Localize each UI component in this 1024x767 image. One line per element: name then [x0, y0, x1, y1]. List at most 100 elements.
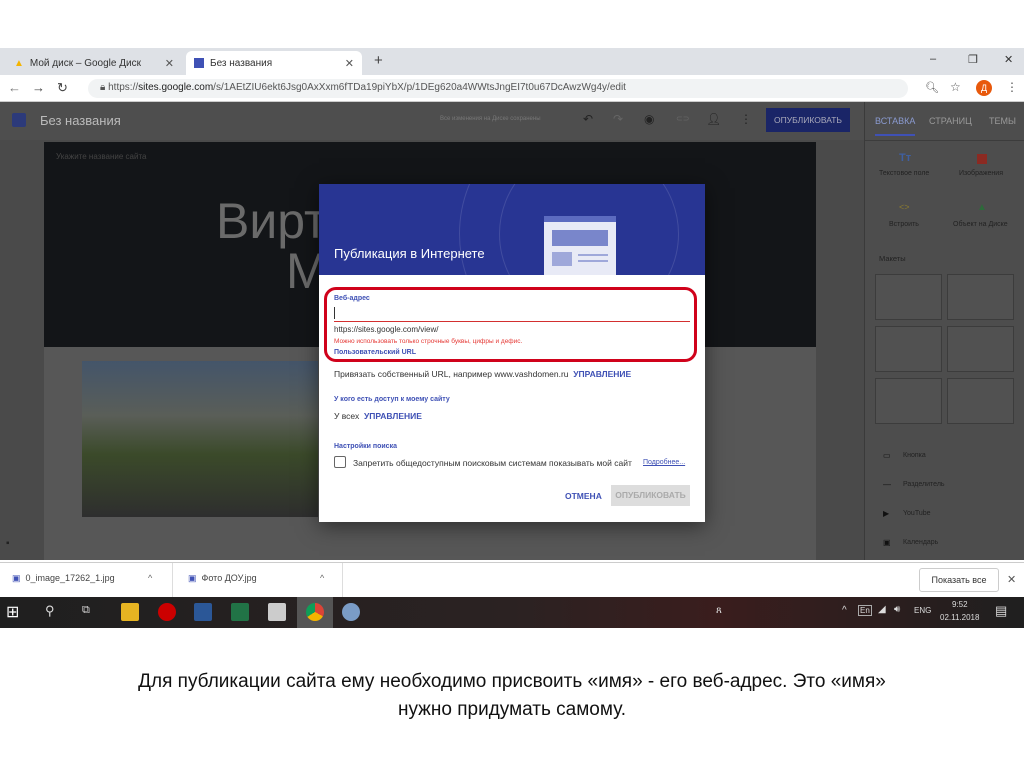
new-tab-button[interactable]: +: [374, 52, 383, 69]
layout-option[interactable]: [875, 326, 942, 372]
close-window-button[interactable]: ✕: [1004, 53, 1013, 66]
layout-option[interactable]: [875, 274, 942, 320]
site-title[interactable]: Без названия: [40, 113, 121, 128]
insert-text-box[interactable]: Текстовое поле: [879, 170, 929, 177]
drive-icon: ▲: [977, 202, 987, 213]
url-prefix: https://sites.google.com/view/: [334, 325, 439, 334]
close-tab-icon[interactable]: ✕: [165, 57, 174, 70]
tab-insert[interactable]: ВСТАВКА: [875, 116, 916, 136]
menu-icon[interactable]: ⋮: [1006, 80, 1018, 94]
address-bar-row: ← → ↻ 🔒︎ https://sites.google.com/s/1AEt…: [0, 75, 1024, 102]
clock-date[interactable]: 02.11.2018: [940, 613, 979, 622]
word-icon[interactable]: [194, 603, 212, 621]
back-icon[interactable]: ←: [8, 80, 21, 95]
more-icon[interactable]: ⋮: [740, 112, 752, 126]
caption-line-2: нужно придумать самому.: [397, 699, 627, 720]
calendar-icon: ▣: [883, 538, 891, 547]
close-tab-icon[interactable]: ✕: [345, 57, 354, 70]
tab-my-drive[interactable]: ▲ Мой диск – Google Диск ✕: [6, 51, 182, 75]
opera-icon[interactable]: [158, 603, 176, 621]
minimize-button[interactable]: –: [930, 53, 936, 65]
save-status: Все изменения на Диске сохранены: [440, 116, 541, 122]
insert-embed[interactable]: Встроить: [889, 221, 919, 228]
feedback-icon[interactable]: ▪: [6, 538, 10, 549]
windows-start-icon[interactable]: ⊞: [6, 602, 19, 622]
image-file-icon: ▣: [12, 573, 21, 583]
calculator-icon[interactable]: [268, 603, 286, 621]
dialog-publish-button[interactable]: ОПУБЛИКОВАТЬ: [611, 485, 690, 506]
publish-button[interactable]: ОПУБЛИКОВАТЬ: [766, 108, 850, 132]
clock-time[interactable]: 9:52: [952, 600, 968, 609]
chrome-icon[interactable]: [306, 603, 324, 621]
close-downloads-icon[interactable]: ✕: [1007, 573, 1016, 586]
file-explorer-icon[interactable]: [121, 603, 139, 621]
chevron-up-icon[interactable]: ^: [320, 573, 324, 583]
editor-header: Без названия Все изменения на Диске сохр…: [0, 102, 864, 140]
manage-url-link[interactable]: УПРАВЛЕНИЕ: [573, 369, 631, 379]
language-indicator[interactable]: ENG: [914, 606, 931, 615]
network-icon[interactable]: ◢: [878, 604, 886, 615]
share-icon[interactable]: 👤︎: [706, 112, 721, 126]
component-button[interactable]: Кнопка: [903, 452, 926, 459]
component-calendar[interactable]: Календарь: [903, 539, 938, 546]
image-icon: [977, 154, 987, 164]
custom-url-row: Привязать собственный URL, например www.…: [334, 369, 632, 379]
forward-icon[interactable]: →: [32, 80, 45, 95]
chevron-up-icon[interactable]: ^: [148, 573, 152, 583]
access-label: У кого есть доступ к моему сайту: [334, 396, 450, 403]
browser-tab-bar: ▲ Мой диск – Google Диск ✕ Без названия ✕ …: [0, 48, 1024, 75]
block-search-checkbox[interactable]: [334, 456, 346, 468]
download-item[interactable]: ▣ Фото ДОУ.jpg: [188, 573, 257, 584]
tab-pages[interactable]: СТРАНИЦ: [929, 116, 972, 126]
site-name-input[interactable]: Укажите название сайта: [56, 152, 146, 161]
search-icon[interactable]: ⚲: [45, 603, 55, 619]
link-icon[interactable]: ⊂⊃: [676, 114, 689, 123]
learn-more-link[interactable]: Подробнее...: [643, 459, 685, 466]
web-address-input[interactable]: [334, 306, 690, 322]
insert-images[interactable]: Изображения: [959, 170, 1003, 177]
divider-icon: —: [883, 480, 891, 489]
lock-icon: 🔒︎: [100, 82, 109, 93]
people-icon[interactable]: ጸ: [716, 605, 722, 616]
web-address-label: Веб-адрес: [334, 295, 370, 302]
image-file-icon: ▣: [188, 573, 197, 583]
star-icon[interactable]: ☆: [950, 80, 961, 94]
dialog-header: Публикация в Интернете: [319, 184, 705, 275]
avatar[interactable]: Д: [976, 80, 992, 96]
tab-themes[interactable]: ТЕМЫ: [989, 116, 1016, 126]
google-drive-icon: ▲: [14, 57, 24, 69]
layout-option[interactable]: [947, 326, 1014, 372]
windows-taskbar: ⊞ ⚲ ⧉ ጸ ^ En ◢ 🔊︎ ENG 9:52 02.11.2018 ▤: [0, 597, 1024, 628]
restore-button[interactable]: ❐: [968, 53, 978, 66]
embed-icon: <>: [899, 202, 910, 212]
reload-icon[interactable]: ↻: [57, 80, 68, 96]
dialog-title: Публикация в Интернете: [334, 246, 485, 261]
layout-option[interactable]: [947, 378, 1014, 424]
notifications-icon[interactable]: ▤: [995, 603, 1007, 619]
component-youtube[interactable]: YouTube: [903, 510, 931, 517]
url-input[interactable]: 🔒︎ https://sites.google.com/s/1AEtZIU6ek…: [88, 79, 908, 98]
download-item[interactable]: ▣ 0_image_17262_1.jpg: [12, 573, 115, 584]
keyboard-icon[interactable]: En: [858, 605, 872, 616]
undo-icon[interactable]: ↶: [583, 112, 593, 126]
excel-icon[interactable]: [231, 603, 249, 621]
layout-option[interactable]: [947, 274, 1014, 320]
paint-icon[interactable]: [342, 603, 360, 621]
component-divider[interactable]: Разделитель: [903, 481, 945, 488]
preview-icon[interactable]: ◉: [644, 112, 654, 126]
tab-untitled[interactable]: Без названия ✕: [186, 51, 362, 75]
redo-icon[interactable]: ↷: [613, 112, 623, 126]
volume-icon[interactable]: 🔊︎: [894, 604, 900, 615]
task-view-icon[interactable]: ⧉: [82, 604, 90, 617]
tray-chevron-icon[interactable]: ^: [842, 605, 847, 616]
zoom-icon[interactable]: 🔍︎: [925, 81, 939, 94]
show-all-button[interactable]: Показать все: [919, 568, 999, 592]
manage-access-link[interactable]: УПРАВЛЕНИЕ: [364, 411, 422, 421]
layout-option[interactable]: [875, 378, 942, 424]
insert-drive-object[interactable]: Объект на Диске: [953, 221, 1008, 228]
slide-caption: Для публикации сайта ему необходимо прис…: [0, 668, 1024, 724]
layouts-heading: Макеты: [879, 254, 906, 263]
school-photo[interactable]: [82, 361, 318, 517]
cancel-button[interactable]: ОТМЕНА: [565, 491, 602, 501]
sites-logo-icon: [12, 113, 26, 127]
